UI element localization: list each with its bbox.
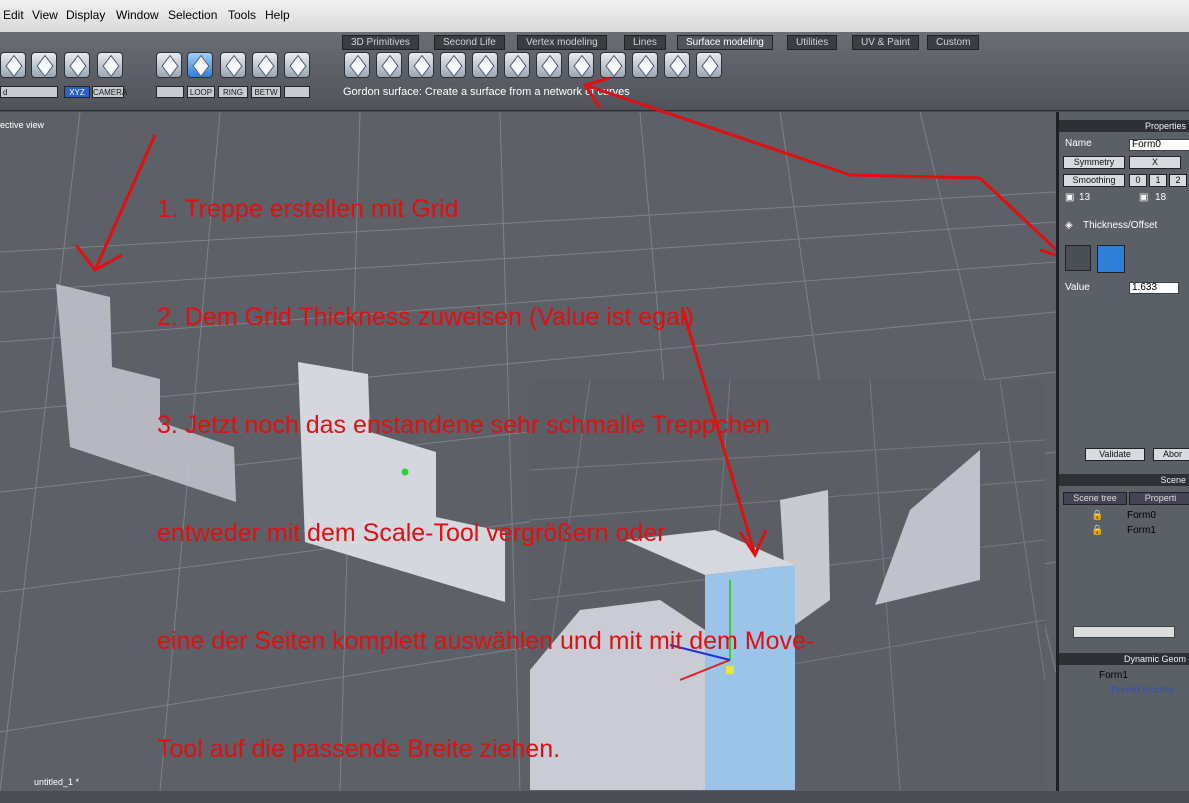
view-select[interactable]: d (0, 86, 58, 98)
tab-scene-properties[interactable]: Properti (1129, 492, 1189, 505)
annotation-line-1: 1. Treppe erstellen mit Grid (157, 195, 459, 223)
select-options-icon[interactable] (284, 86, 310, 98)
thickness-section: Thickness/Offset (1083, 220, 1158, 231)
vertex-count: 18 (1155, 192, 1167, 203)
menu-view[interactable]: View (32, 8, 58, 22)
brush-icon[interactable] (156, 86, 184, 98)
surface-tool-3-icon[interactable] (408, 52, 434, 78)
ghost-icon[interactable] (97, 52, 123, 78)
scene-search-input[interactable] (1073, 626, 1175, 638)
symmetry-button[interactable]: Symmetry (1063, 156, 1125, 169)
menu-selection[interactable]: Selection (168, 8, 217, 22)
tab-custom[interactable]: Custom (927, 35, 980, 50)
menu-tools[interactable]: Tools (228, 8, 256, 22)
inset-wall-right (875, 450, 980, 605)
menu-edit[interactable]: Edit (3, 8, 24, 22)
viewport-label: ective view (0, 120, 45, 130)
thickness-icon: ◈ (1065, 220, 1073, 231)
surface-tool-9-icon[interactable] (600, 52, 626, 78)
surface-tool-1-icon[interactable] (344, 52, 370, 78)
annotation-line-6: Tool auf die passende Breite ziehen. (157, 735, 561, 763)
annotation-line-4: entweder mit dem Scale-Tool vergrößern o… (157, 519, 666, 547)
dynamic-item-form1[interactable]: Form1 (1099, 670, 1128, 681)
right-panel: Properties Name Form0 Symmetry X Smoothi… (1056, 112, 1189, 791)
polygon-count: 13 (1079, 192, 1091, 203)
surface-tool-6-icon[interactable] (504, 52, 530, 78)
abort-button[interactable]: Abor (1153, 448, 1189, 461)
symmetry-x-button[interactable]: X (1129, 156, 1181, 169)
shield-icon[interactable] (536, 52, 562, 78)
smoothing-0[interactable]: 0 (1129, 174, 1147, 187)
gear-icon[interactable] (696, 52, 722, 78)
smoothing-2[interactable]: 2 (1169, 174, 1187, 187)
tab-uv-paint[interactable]: UV & Paint (852, 35, 919, 50)
menu-window[interactable]: Window (116, 8, 159, 22)
name-label: Name (1065, 138, 1092, 149)
tab-scene-tree[interactable]: Scene tree (1063, 492, 1127, 505)
gordon-surface-icon[interactable] (568, 52, 594, 78)
cube-vertex-icon[interactable] (252, 52, 278, 78)
annotation-line-2: 2. Dem Grid Thickness zuweisen (Value is… (157, 303, 694, 331)
document-tab[interactable]: untitled_1 * (34, 777, 154, 791)
thickness-mode-1-icon[interactable] (1065, 245, 1091, 271)
annotation-line-5: eine der Seiten komplett auswählen und m… (157, 627, 815, 655)
menu-display[interactable]: Display (66, 8, 105, 22)
polygon-count-icon: ▣ (1065, 192, 1075, 203)
triangle-icon[interactable] (31, 52, 57, 78)
name-field[interactable]: Form0 (1129, 139, 1189, 151)
vertex-count-icon: ▣ (1139, 192, 1149, 203)
surface-tool-11-icon[interactable] (664, 52, 690, 78)
surface-tool-4-icon[interactable] (440, 52, 466, 78)
smoothing-button[interactable]: Smoothing (1063, 174, 1125, 187)
tab-surface-modeling[interactable]: Surface modeling (677, 35, 773, 50)
betw-button[interactable]: BETW (251, 86, 281, 98)
menu-bar: Edit View Display Window Selection Tools… (0, 0, 1189, 33)
value-field[interactable]: 1.633 (1129, 282, 1179, 294)
tab-vertex-modeling[interactable]: Vertex modeling (517, 35, 607, 50)
lock-eye-icon[interactable]: 🔒 (1091, 510, 1103, 521)
cube-object-icon[interactable] (284, 52, 310, 78)
surface-tool-2-icon[interactable] (376, 52, 402, 78)
validate-button[interactable]: Validate (1085, 448, 1145, 461)
sphere-icon[interactable] (64, 52, 90, 78)
loop-button[interactable]: LOOP (187, 86, 215, 98)
cube-face-icon[interactable] (187, 52, 213, 78)
surface-tool-10-icon[interactable] (632, 52, 658, 78)
tab-3d-primitives[interactable]: 3D Primitives (342, 35, 419, 50)
properties-title: Properties (1059, 120, 1189, 132)
scene-item-form0[interactable]: Form0 (1127, 510, 1156, 521)
cube-icon[interactable] (156, 52, 182, 78)
lock-eye-icon[interactable]: 🔒 (1091, 525, 1103, 536)
xyz-button[interactable]: XYZ (64, 86, 90, 98)
tab-lines[interactable]: Lines (624, 35, 666, 50)
menu-help[interactable]: Help (265, 8, 290, 22)
ring-button[interactable]: RING (218, 86, 248, 98)
dynamic-title: Dynamic Geom (1059, 653, 1189, 665)
scene-title: Scene (1059, 474, 1189, 486)
thickness-mode-2-icon[interactable] (1097, 245, 1125, 273)
tab-utilities[interactable]: Utilities (787, 35, 838, 50)
surface-tool-5-icon[interactable] (472, 52, 498, 78)
cube-edge-icon[interactable] (220, 52, 246, 78)
tool-hint: Gordon surface: Create a surface from a … (343, 86, 630, 98)
annotation-text: 1. Treppe erstellen mit Grid 2. Dem Grid… (157, 119, 814, 803)
dynamic-item-form0[interactable]: Form0 (contro (1111, 685, 1174, 696)
scene-item-form1[interactable]: Form1 (1127, 525, 1156, 536)
value-label: Value (1065, 282, 1090, 293)
hook-icon[interactable] (0, 52, 26, 78)
smoothing-1[interactable]: 1 (1149, 174, 1167, 187)
annotation-line-3: 3. Jetzt noch das enstandene sehr schmal… (157, 411, 770, 439)
tab-second-life[interactable]: Second Life (434, 35, 505, 50)
camera-button[interactable]: CAMERA (92, 86, 127, 98)
